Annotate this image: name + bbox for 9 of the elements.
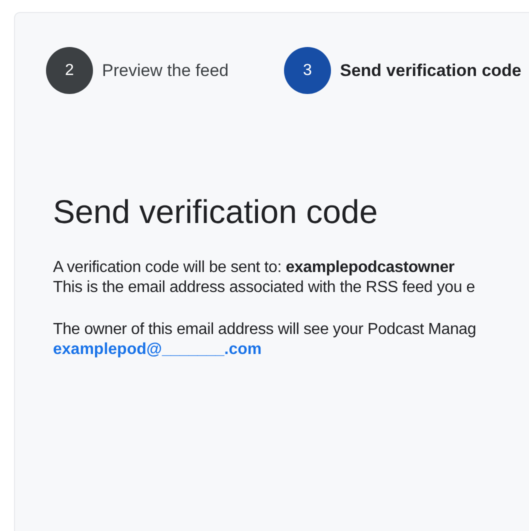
step-number: 2 xyxy=(46,47,93,94)
step-label: Send verification code xyxy=(340,60,522,82)
step-number: 3 xyxy=(284,47,331,94)
body-text: A verification code will be sent to: examplepodcastowner xyxy=(53,258,456,278)
page-heading: Send verification code xyxy=(53,192,379,232)
email-link[interactable]: examplepod@_______.com xyxy=(53,340,262,360)
body-text: This is the email address associated with the RSS feed you e xyxy=(53,278,476,298)
step-label: Preview the feed xyxy=(102,60,229,82)
body-text: The owner of this email address will see your Podcast Manag xyxy=(53,320,478,340)
